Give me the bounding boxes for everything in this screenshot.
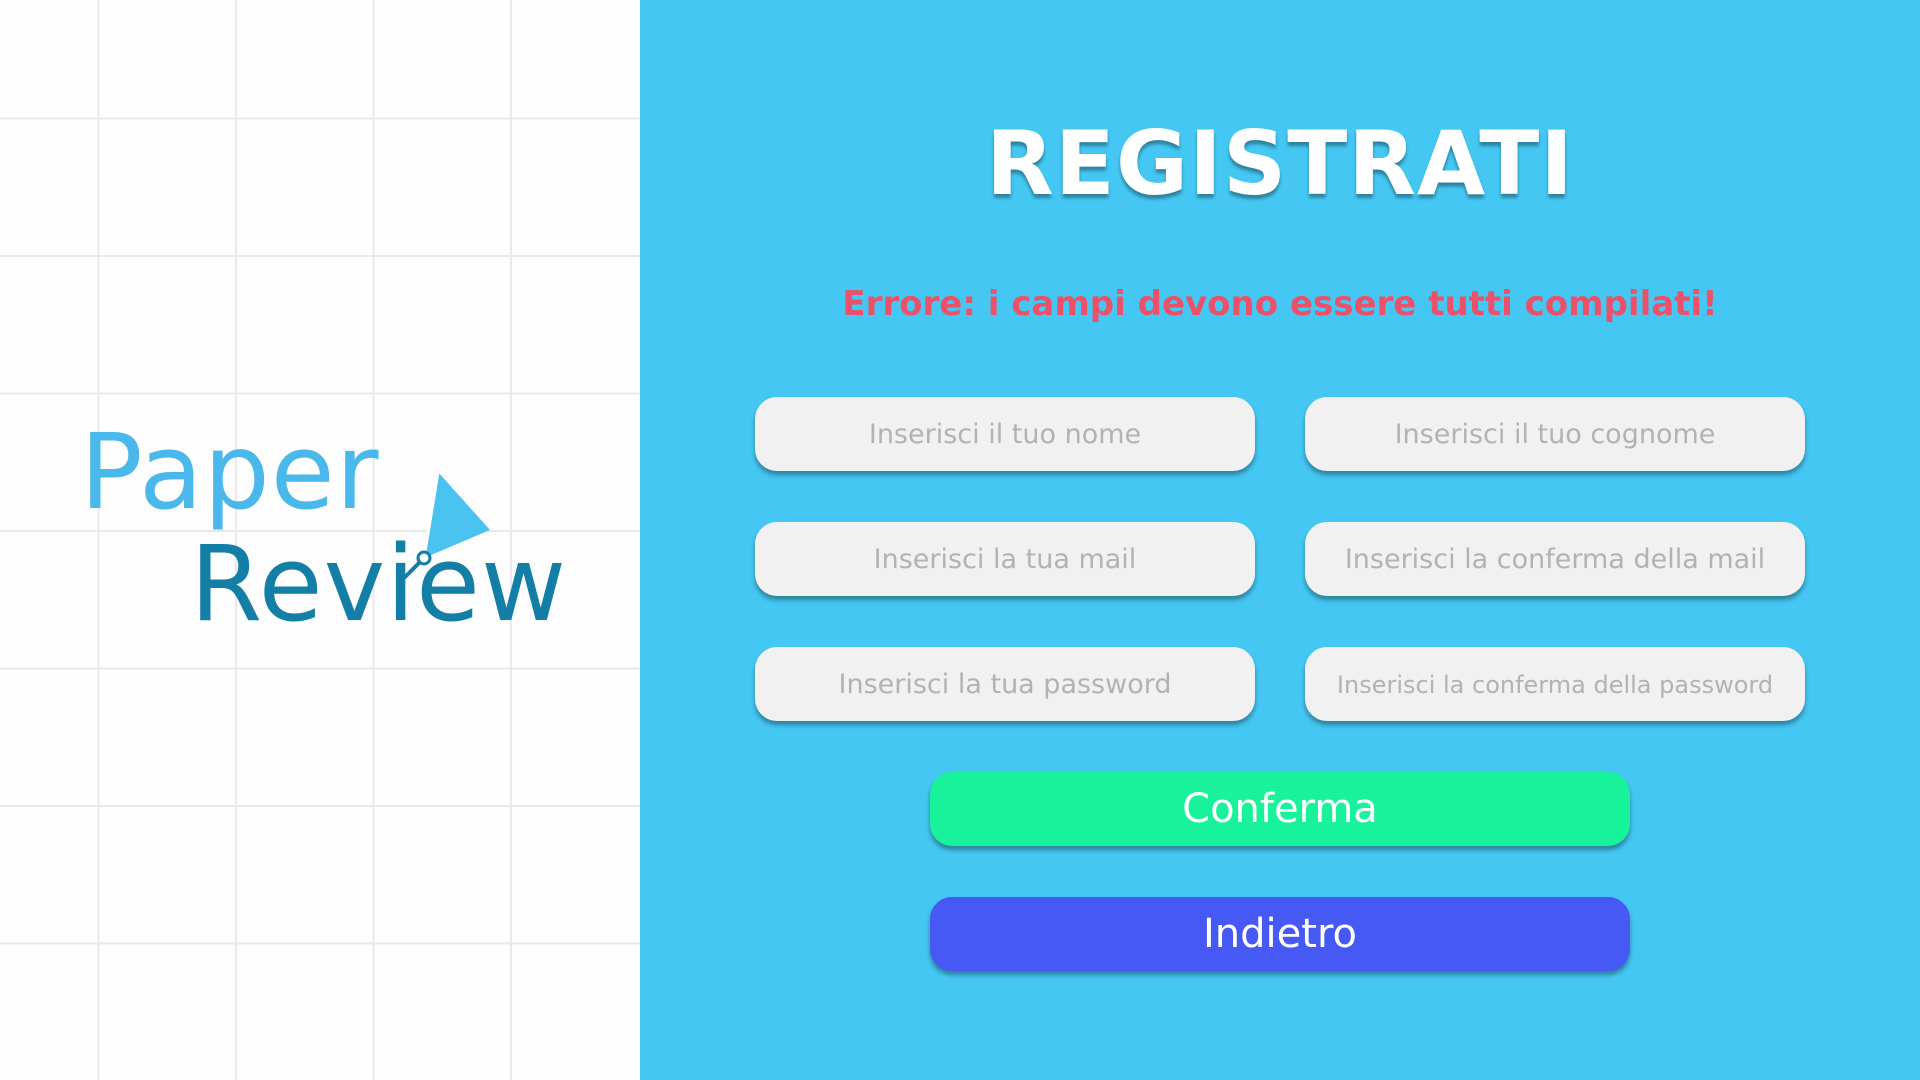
logo-text-review: Review	[190, 523, 568, 645]
password-input[interactable]	[755, 647, 1255, 721]
page-title: REGISTRATI	[985, 112, 1575, 215]
back-button[interactable]: Indietro	[930, 897, 1630, 971]
paper-review-logo: Paper Review	[80, 411, 566, 660]
registration-screen: Paper Review REGISTRATI Errore: i campi …	[0, 0, 1920, 1080]
email-input[interactable]	[755, 522, 1255, 596]
confirm-button[interactable]: Conferma	[930, 772, 1630, 846]
error-message: Errore: i campi devono essere tutti comp…	[842, 284, 1718, 324]
brand-panel: Paper Review	[0, 0, 640, 1080]
first-name-input[interactable]	[755, 397, 1255, 471]
registration-panel: REGISTRATI Errore: i campi devono essere…	[640, 0, 1920, 1080]
confirm-email-input[interactable]	[1305, 522, 1805, 596]
confirm-password-input[interactable]	[1305, 647, 1805, 721]
last-name-input[interactable]	[1305, 397, 1805, 471]
logo-text-paper: Paper	[80, 411, 380, 533]
